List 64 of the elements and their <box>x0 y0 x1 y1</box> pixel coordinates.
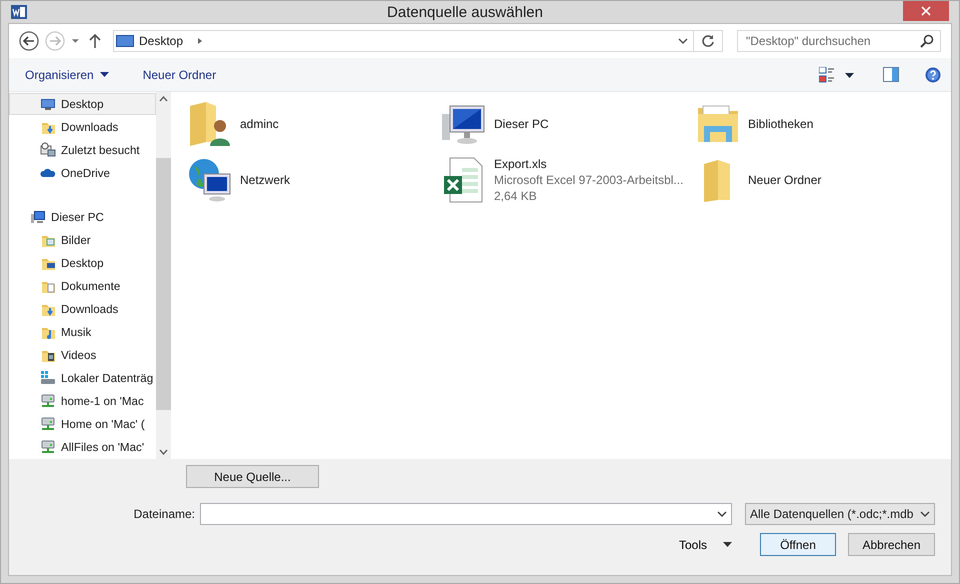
sidebar-item[interactable]: Home on 'Mac' ( <box>9 413 156 435</box>
view-options-icon[interactable] <box>819 66 857 82</box>
window-title: Datenquelle auswählen <box>386 4 544 20</box>
address-field[interactable]: Desktop <box>113 30 723 52</box>
up-arrow-icon <box>89 33 102 49</box>
caret-icon <box>723 542 732 547</box>
filename-field[interactable] <box>200 503 732 525</box>
sidebar-item[interactable]: OneDrive <box>9 162 156 184</box>
file-type: Microsoft Excel 97-2003-Arbeitsbl... <box>494 173 684 187</box>
sidebar-item[interactable]: Musik <box>9 321 156 343</box>
close-icon <box>921 6 931 16</box>
open-button[interactable]: Öffnen <box>760 533 836 556</box>
recent-places-icon <box>40 142 56 158</box>
file-name[interactable]: Neuer Ordner <box>748 173 822 187</box>
search-field[interactable]: "Desktop" durchsuchen <box>737 30 941 52</box>
network-drive-icon <box>40 439 56 455</box>
help-icon[interactable] <box>925 66 941 82</box>
word-icon <box>11 4 27 20</box>
chevron-down-icon <box>920 511 930 517</box>
new-source-button[interactable]: Neue Quelle... <box>186 465 319 488</box>
desktop-icon <box>40 96 56 112</box>
network-drive-icon <box>40 416 56 432</box>
sidebar-item[interactable]: Desktop <box>9 252 156 274</box>
chevron-down-icon[interactable] <box>678 38 688 44</box>
sidebar-item[interactable]: Dieser PC <box>9 206 156 228</box>
tools-button[interactable]: Tools <box>678 538 732 552</box>
refresh-icon[interactable] <box>701 34 715 48</box>
close-button[interactable] <box>903 1 949 21</box>
file-size: 2,64 KB <box>494 189 538 203</box>
sidebar-item[interactable]: Lokaler Datenträg <box>9 367 156 389</box>
sidebar-item[interactable]: AllFiles on 'Mac' <box>9 436 156 458</box>
sidebar-item[interactable]: Desktop <box>9 93 156 115</box>
preview-pane-icon[interactable] <box>883 67 899 82</box>
caret-icon[interactable] <box>71 38 80 44</box>
file-name[interactable]: Bibliotheken <box>748 117 814 131</box>
sidebar-item[interactable]: home-1 on 'Mac <box>9 390 156 412</box>
desktop-icon <box>116 34 134 48</box>
breadcrumb-arrow-icon[interactable] <box>196 37 204 45</box>
caret-icon <box>100 72 109 77</box>
file-name[interactable]: Export.xls <box>494 157 684 171</box>
network-drive-icon <box>40 393 56 409</box>
address-text[interactable]: Desktop <box>139 34 184 48</box>
back-button[interactable] <box>19 30 39 52</box>
sidebar-item[interactable]: Downloads <box>9 298 156 320</box>
sidebar-item[interactable]: Zuletzt besucht <box>9 139 156 161</box>
file-name[interactable]: Netzwerk <box>240 173 290 187</box>
new-folder-button[interactable]: Neuer Ordner <box>138 66 220 84</box>
drive-icon <box>40 370 56 386</box>
organize-button[interactable]: Organisieren <box>21 66 113 84</box>
sidebar-item[interactable]: Videos <box>9 344 156 366</box>
chevron-down-icon[interactable] <box>717 511 727 517</box>
scroll-down-icon[interactable] <box>159 449 168 455</box>
cancel-button[interactable]: Abbrechen <box>848 533 935 556</box>
scroll-up-icon[interactable] <box>159 96 168 102</box>
file-type-dropdown[interactable]: Alle Datenquellen (*.odc;*.mdb <box>745 503 935 525</box>
search-icon <box>920 34 934 48</box>
sidebar-item[interactable]: Dokumente <box>9 275 156 297</box>
computer-icon <box>30 209 46 225</box>
file-name[interactable]: Dieser PC <box>494 117 549 131</box>
scrollbar[interactable] <box>156 92 171 459</box>
file-name[interactable]: adminc <box>240 117 279 131</box>
sidebar-item[interactable]: Downloads <box>9 116 156 138</box>
filename-label: Dateiname: <box>134 507 195 521</box>
sidebar-item[interactable]: Bilder <box>9 229 156 251</box>
